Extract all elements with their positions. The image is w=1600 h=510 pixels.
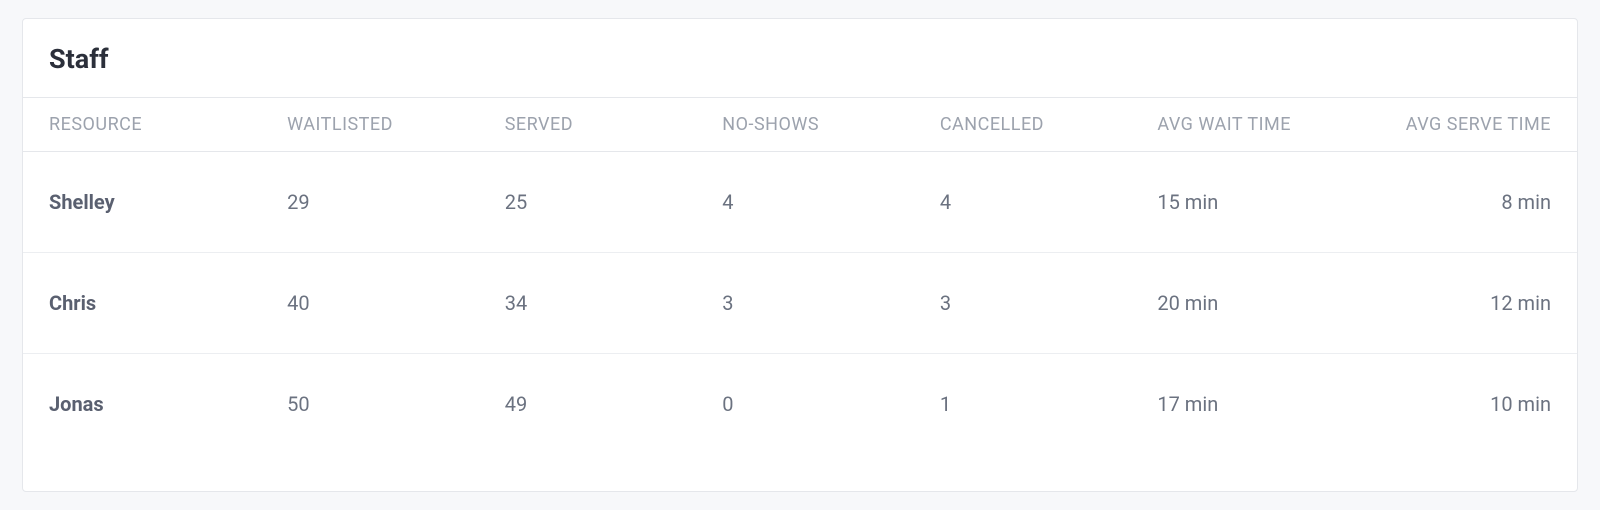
table-row: Chris 40 34 3 3 20 min 12 min [23,253,1577,354]
col-header-waitlisted: WAITLISTED [287,98,505,152]
cell-avg-serve: 8 min [1375,152,1577,253]
cell-cancelled: 1 [940,354,1158,455]
col-header-served: SERVED [505,98,723,152]
cell-no-shows: 4 [722,152,940,253]
table-row: Jonas 50 49 0 1 17 min 10 min [23,354,1577,455]
cell-avg-serve: 12 min [1375,253,1577,354]
col-header-resource: RESOURCE [23,98,287,152]
cell-avg-wait: 20 min [1157,253,1375,354]
card-title: Staff [49,43,1551,75]
cell-resource: Shelley [23,152,287,253]
col-header-avg-serve: AVG SERVE TIME [1375,98,1577,152]
col-header-avg-wait: AVG WAIT TIME [1157,98,1375,152]
col-header-cancelled: CANCELLED [940,98,1158,152]
cell-waitlisted: 50 [287,354,505,455]
card-header: Staff [23,19,1577,98]
cell-cancelled: 4 [940,152,1158,253]
staff-card: Staff RESOURCE WAITLISTED SERVED NO-SHOW… [22,18,1578,492]
cell-avg-serve: 10 min [1375,354,1577,455]
cell-waitlisted: 29 [287,152,505,253]
table-header-row: RESOURCE WAITLISTED SERVED NO-SHOWS CANC… [23,98,1577,152]
cell-avg-wait: 17 min [1157,354,1375,455]
cell-waitlisted: 40 [287,253,505,354]
cell-served: 49 [505,354,723,455]
cell-served: 25 [505,152,723,253]
table-row: Shelley 29 25 4 4 15 min 8 min [23,152,1577,253]
col-header-no-shows: NO-SHOWS [722,98,940,152]
cell-served: 34 [505,253,723,354]
cell-resource: Jonas [23,354,287,455]
cell-no-shows: 3 [722,253,940,354]
cell-resource: Chris [23,253,287,354]
staff-table: RESOURCE WAITLISTED SERVED NO-SHOWS CANC… [23,98,1577,454]
cell-cancelled: 3 [940,253,1158,354]
cell-no-shows: 0 [722,354,940,455]
cell-avg-wait: 15 min [1157,152,1375,253]
